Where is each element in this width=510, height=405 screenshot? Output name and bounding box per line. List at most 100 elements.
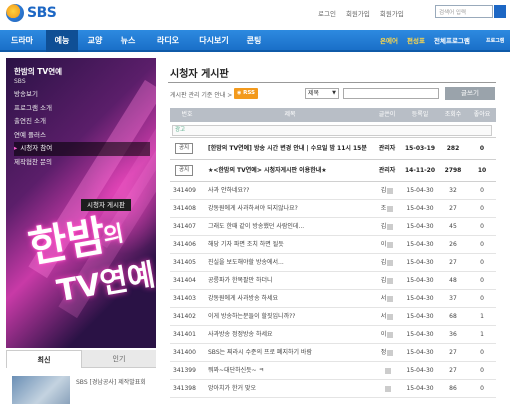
- nav-program[interactable]: 프로그램: [486, 30, 504, 52]
- table-row[interactable]: 341399 뭐꽈~대단하신듯~ ㅋ 15-04-30 27 0: [170, 362, 496, 380]
- nav-radio[interactable]: 라디오: [148, 30, 188, 52]
- board-search-input[interactable]: [343, 88, 439, 99]
- nav-schedule[interactable]: 편성표: [407, 30, 425, 52]
- nav-replay[interactable]: 다시보기: [190, 30, 238, 52]
- post-title[interactable]: 해당 기자 파면 조치 하면 될듯: [204, 236, 372, 253]
- program-sidebar: 한밤의 TV연예 SBS 방송보기 프로그램 소개 출연진 소개 연예 플러스 …: [6, 58, 156, 348]
- search-field-select[interactable]: 제목 ▼: [305, 88, 339, 99]
- post-title[interactable]: SBS는 찌라시 수준의 프로 폐지하기 바람: [204, 344, 372, 361]
- post-author[interactable]: [372, 380, 402, 397]
- board-policy-link[interactable]: 게시판 관리 기준 안내 >: [170, 90, 232, 99]
- post-author[interactable]: 김: [372, 182, 402, 199]
- notice-title[interactable]: [한밤의 TV연예] 방송 시간 변경 안내 | 수요일 밤 11시 15분: [204, 138, 372, 159]
- post-likes: 0: [480, 349, 484, 356]
- post-title[interactable]: 이게 방송하는분들이 할짓입니까??: [204, 308, 372, 325]
- notice-row[interactable]: 공지 [한밤의 TV연예] 방송 시간 변경 안내 | 수요일 밤 11시 15분…: [170, 138, 496, 160]
- nav-news[interactable]: 뉴스: [112, 30, 144, 52]
- table-row[interactable]: 341408 강동원에게 사과하셔야 되지않나요? 조 15-04-30 27 0: [170, 200, 496, 218]
- table-row[interactable]: 341409 사과 안하네요?? 김 15-04-30 32 0: [170, 182, 496, 200]
- top-search-button[interactable]: [494, 5, 506, 18]
- notice-date: 14-11-20: [404, 167, 436, 174]
- sidebar-item-sponsor[interactable]: 제작협찬 문의: [14, 156, 154, 170]
- col-date: 등록일: [411, 111, 429, 118]
- page-title: 시청자 게시판: [170, 69, 229, 80]
- col-title: 제목: [284, 111, 296, 118]
- post-title[interactable]: 뭐꽈~대단하신듯~ ㅋ: [204, 362, 372, 379]
- post-title[interactable]: 강동원에게 사과방송 하세요: [204, 290, 372, 307]
- post-likes: 0: [480, 205, 484, 212]
- post-number: 341406: [173, 241, 196, 248]
- post-title[interactable]: 진실을 보도해야할 방송에서...: [204, 254, 372, 271]
- post-date: 15-04-30: [406, 277, 434, 284]
- post-likes: 0: [480, 259, 484, 266]
- sbs-logo[interactable]: SBS: [6, 4, 57, 22]
- table-row[interactable]: 341402 이게 방송하는분들이 할짓입니까?? 서 15-04-30 68 1: [170, 308, 496, 326]
- post-author[interactable]: [372, 362, 402, 379]
- sidebar-menu: 방송보기 프로그램 소개 출연진 소개 연예 플러스 ▸ 시청자 참여 제작협찬 …: [14, 88, 154, 169]
- post-title[interactable]: 앙아치가 한거 맞오: [204, 380, 372, 397]
- masked-name: [387, 223, 394, 230]
- nav-culture[interactable]: 교양: [80, 30, 110, 52]
- table-row[interactable]: 341403 강동원에게 사과방송 하세요 서 15-04-30 37 0: [170, 290, 496, 308]
- nav-drama[interactable]: 드라마: [0, 30, 44, 52]
- post-author[interactable]: 이: [372, 236, 402, 253]
- masked-name: [387, 187, 394, 194]
- post-author[interactable]: 서: [372, 308, 402, 325]
- post-views: 45: [449, 223, 457, 230]
- masked-name: [387, 313, 394, 320]
- sidebar-item-intro[interactable]: 프로그램 소개: [14, 102, 154, 116]
- nav-content[interactable]: 콘팅: [238, 30, 270, 52]
- program-title[interactable]: 한밤의 TV연예: [14, 66, 62, 77]
- post-author[interactable]: 김: [372, 254, 402, 271]
- post-title[interactable]: 공릉파가 한목팔만 하더니: [204, 272, 372, 289]
- news-text[interactable]: SBS [경남공사] 제작발표회: [76, 378, 148, 387]
- post-author[interactable]: 정: [372, 344, 402, 361]
- rss-button[interactable]: ◉ RSS: [234, 88, 258, 99]
- table-row[interactable]: 341405 진실을 보도해야할 방송에서... 김 15-04-30 27 0: [170, 254, 496, 272]
- post-number: 341408: [173, 205, 196, 212]
- ad-banner[interactable]: 광고: [172, 125, 492, 136]
- table-header: 번호 제목 글쓴이 등록일 조회수 좋아요: [170, 108, 496, 122]
- nav-onair[interactable]: 온에어: [380, 30, 398, 52]
- top-search-input[interactable]: 검색어 입력: [435, 5, 493, 18]
- notice-author: 관리자: [378, 167, 396, 174]
- notice-row[interactable]: 공지 ★<한밤의 TV연예> 시청자게시판 이용한내★ 관리자 14-11-20 279…: [170, 160, 496, 182]
- news-thumbnail[interactable]: [12, 376, 70, 404]
- post-title[interactable]: 사과방송 정정방송 하세요: [204, 326, 372, 343]
- post-title[interactable]: 사과 안하네요??: [204, 182, 372, 199]
- sidebar-item-cast[interactable]: 출연진 소개: [14, 115, 154, 129]
- post-title[interactable]: 그래도 한때 같이 방송했던 사람인데...: [204, 218, 372, 235]
- nav-all-programs[interactable]: 전체프로그램: [434, 30, 470, 52]
- post-author[interactable]: 이: [372, 326, 402, 343]
- notice-title[interactable]: ★<한밤의 TV연예> 시청자게시판 이용한내★: [204, 160, 372, 181]
- sidebar-item-participate[interactable]: ▸ 시청자 참여: [14, 142, 150, 156]
- sidebar-item-plus[interactable]: 연예 플러스: [14, 129, 154, 143]
- sidebar-news-item[interactable]: SBS [경남공사] 제작발표회: [12, 374, 152, 404]
- col-author: 글쓴이: [378, 111, 396, 118]
- notice-views: 2798: [444, 167, 462, 174]
- table-row[interactable]: 341404 공릉파가 한목팔만 하더니 김 15-04-30 48 0: [170, 272, 496, 290]
- post-title[interactable]: 강동원에게 사과하셔야 되지않나요?: [204, 200, 372, 217]
- table-row[interactable]: 341406 해당 기자 파면 조치 하면 될듯 이 15-04-30 26 0: [170, 236, 496, 254]
- post-author[interactable]: 서: [372, 290, 402, 307]
- post-number: 341402: [173, 313, 196, 320]
- table-row[interactable]: 341407 그래도 한때 같이 방송했던 사람인데... 김 15-04-30 45 0: [170, 218, 496, 236]
- post-author[interactable]: 조: [372, 200, 402, 217]
- sidebar-item-watch[interactable]: 방송보기: [14, 88, 154, 102]
- nav-variety[interactable]: 예능: [46, 30, 78, 52]
- post-author[interactable]: 김: [372, 272, 402, 289]
- tab-popular[interactable]: 인기: [82, 350, 156, 368]
- write-button[interactable]: 글쓰기: [445, 87, 495, 100]
- table-row[interactable]: 341401 사과방송 정정방송 하세요 이 15-04-30 36 1: [170, 326, 496, 344]
- tab-latest[interactable]: 최신: [6, 350, 82, 368]
- col-number: 번호: [181, 111, 193, 118]
- post-views: 36: [449, 331, 457, 338]
- table-row[interactable]: 341400 SBS는 찌라시 수준의 프로 폐지하기 바람 정 15-04-30 27…: [170, 344, 496, 362]
- signup-link[interactable]: 회원가입: [380, 8, 404, 18]
- post-date: 15-04-30: [406, 259, 434, 266]
- mypage-link[interactable]: 회원가입: [346, 8, 370, 18]
- table-row[interactable]: 341398 앙아치가 한거 맞오 15-04-30 86 0: [170, 380, 496, 398]
- login-link[interactable]: 로그인: [318, 8, 336, 18]
- post-number: 341405: [173, 259, 196, 266]
- post-author[interactable]: 김: [372, 218, 402, 235]
